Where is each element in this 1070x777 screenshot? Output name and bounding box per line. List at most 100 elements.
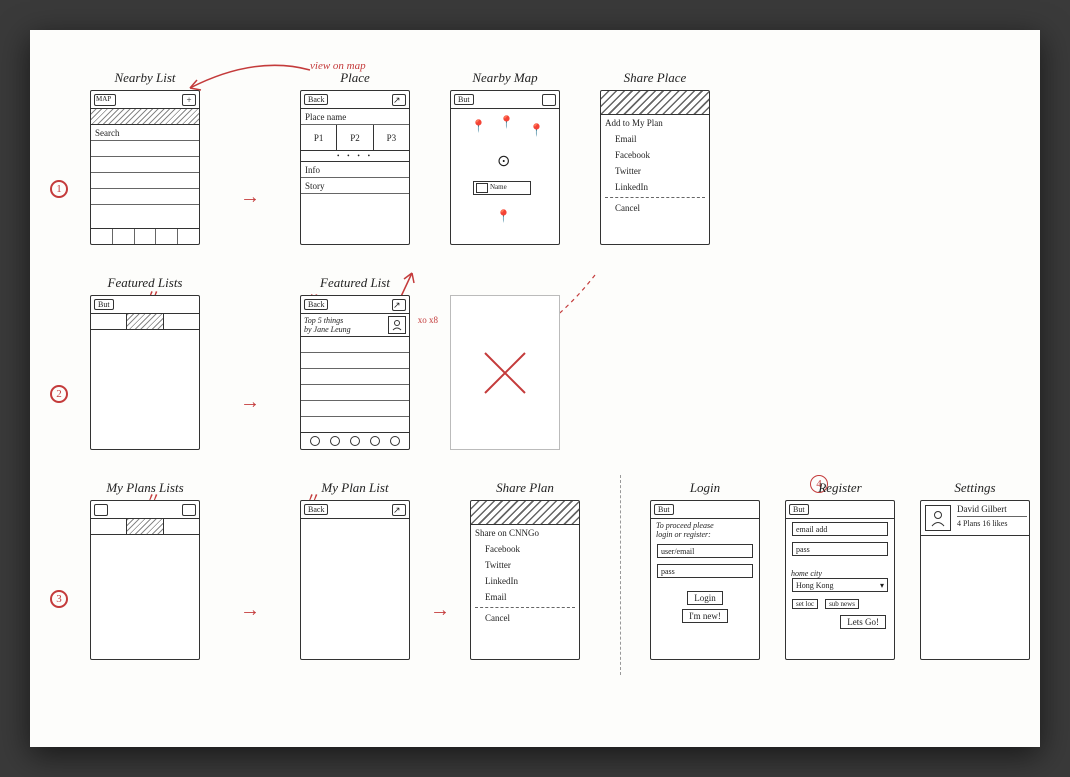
back-button[interactable]: But (454, 94, 474, 105)
screen-featured-lists: Featured Lists But (90, 275, 200, 450)
list-item[interactable] (91, 173, 199, 189)
back-button[interactable]: Back (304, 504, 328, 515)
share-item-email[interactable]: Email (471, 589, 579, 605)
email-field[interactable]: email add (792, 522, 888, 536)
list-item[interactable] (91, 141, 199, 157)
screen-register: Register But email add pass home city Ho… (785, 480, 895, 660)
photo-1[interactable]: P1 (301, 125, 337, 150)
callout-thumb (476, 183, 488, 193)
list-item[interactable] (301, 401, 409, 417)
list-header: Top 5 things by Jane Leung (301, 314, 409, 337)
share-item-add[interactable]: Add to My Plan (601, 115, 709, 131)
share-item-twitter[interactable]: Twitter (471, 557, 579, 573)
tabbar[interactable] (91, 228, 199, 244)
back-button[interactable]: But (789, 504, 809, 515)
photo-row[interactable]: P1 P2 P3 (301, 125, 409, 151)
title-settings: Settings (954, 480, 995, 496)
topbar: Back ↗ (301, 296, 409, 314)
map-pin-icon[interactable]: 📍 (471, 119, 486, 134)
share-header (601, 91, 709, 115)
tab-selector[interactable] (91, 314, 199, 330)
topbar: But (91, 296, 199, 314)
map-pin-center-icon[interactable]: ⊙ (497, 151, 510, 171)
deleted-placeholder (450, 295, 560, 450)
map-button[interactable]: MAP (94, 94, 116, 106)
share-item-facebook[interactable]: Facebook (471, 541, 579, 557)
page-circles[interactable] (301, 432, 409, 449)
photo-3[interactable]: P3 (374, 125, 409, 150)
share-item-email[interactable]: Email (601, 131, 709, 147)
list-item[interactable] (91, 157, 199, 173)
avatar-icon (925, 505, 951, 531)
screen-login: Login But To proceed please login or reg… (650, 480, 760, 660)
lets-go-button[interactable]: Lets Go! (840, 615, 886, 629)
title-my-plan-list: My Plan List (321, 480, 388, 496)
city-label: home city (786, 567, 894, 578)
set-loc-button[interactable]: set loc (792, 599, 818, 609)
search-row[interactable]: Search (91, 125, 199, 141)
screen-my-plans-lists: My Plans Lists (90, 480, 200, 660)
back-button[interactable]: Back (304, 94, 328, 105)
list-item[interactable] (301, 337, 409, 353)
author-avatar-icon (388, 316, 406, 334)
pass-field[interactable]: pass (657, 564, 753, 578)
sub-news-button[interactable]: sub news (825, 599, 859, 609)
map-pin-icon[interactable]: 📍 (499, 115, 514, 130)
section-divider (620, 475, 621, 675)
pass-field[interactable]: pass (792, 542, 888, 556)
story-row[interactable]: Story (301, 178, 409, 194)
list-header-line2: by Jane Leung (304, 325, 351, 334)
share-item-facebook[interactable]: Facebook (601, 147, 709, 163)
share-button[interactable]: ↗ (392, 299, 406, 311)
map-pin-icon[interactable]: 📍 (496, 209, 511, 224)
share-button[interactable]: ↗ (392, 94, 406, 106)
map-pin-icon[interactable]: 📍 (529, 123, 544, 138)
cancel-button[interactable]: Cancel (471, 610, 579, 626)
add-button[interactable]: + (182, 94, 196, 106)
im-new-button[interactable]: I'm new! (682, 609, 728, 623)
topbar: MAP + (91, 91, 199, 109)
screen-deleted (450, 275, 560, 450)
corner-button[interactable] (182, 504, 196, 516)
map-callout[interactable]: Name (473, 181, 531, 195)
title-featured-lists: Featured Lists (108, 275, 183, 291)
corner-button[interactable] (94, 504, 108, 516)
title-login: Login (690, 480, 720, 496)
user-field[interactable]: user/email (657, 544, 753, 558)
cancel-button[interactable]: Cancel (601, 200, 709, 216)
list-item[interactable] (301, 385, 409, 401)
map-canvas[interactable]: 📍 📍 📍 ⊙ Name 📍 (451, 109, 559, 244)
title-share-plan: Share Plan (496, 480, 554, 496)
share-item-linkedin[interactable]: LinkedIn (601, 179, 709, 195)
topbar: But (786, 501, 894, 519)
dropdown-icon: ▾ (880, 581, 884, 590)
back-button[interactable]: But (654, 504, 674, 515)
arrow-icon: → (430, 599, 450, 622)
list-item[interactable] (301, 353, 409, 369)
back-button[interactable]: But (94, 299, 114, 310)
login-prompt: To proceed please login or register: (651, 519, 759, 541)
list-body (91, 535, 199, 659)
corner-button[interactable] (542, 94, 556, 106)
back-button[interactable]: Back (304, 299, 328, 310)
share-header (471, 501, 579, 525)
badge-xo: xo x8 (418, 315, 438, 325)
screen-share-place: Share Place Add to My Plan Email Faceboo… (600, 70, 710, 245)
tab-selector[interactable] (91, 519, 199, 535)
title-nearby-map: Nearby Map (472, 70, 537, 86)
list-item[interactable] (91, 189, 199, 205)
screen-nearby-list: Nearby List MAP + Search (90, 70, 200, 245)
share-button[interactable]: ↗ (392, 504, 406, 516)
city-field[interactable]: Hong Kong ▾ (792, 578, 888, 592)
share-item-twitter[interactable]: Twitter (601, 163, 709, 179)
photo-2[interactable]: P2 (337, 125, 373, 150)
topbar: Back ↗ (301, 91, 409, 109)
share-item-linkedin[interactable]: LinkedIn (471, 573, 579, 589)
callout-label: Name (490, 183, 507, 193)
row-marker-3: 3 (50, 590, 68, 608)
info-row[interactable]: Info (301, 162, 409, 178)
login-button[interactable]: Login (687, 591, 723, 605)
prompt-line1: To proceed please (656, 521, 714, 530)
screen-place: Place Back ↗ Place name P1 P2 P3 • • • •… (300, 70, 410, 245)
list-item[interactable] (301, 369, 409, 385)
